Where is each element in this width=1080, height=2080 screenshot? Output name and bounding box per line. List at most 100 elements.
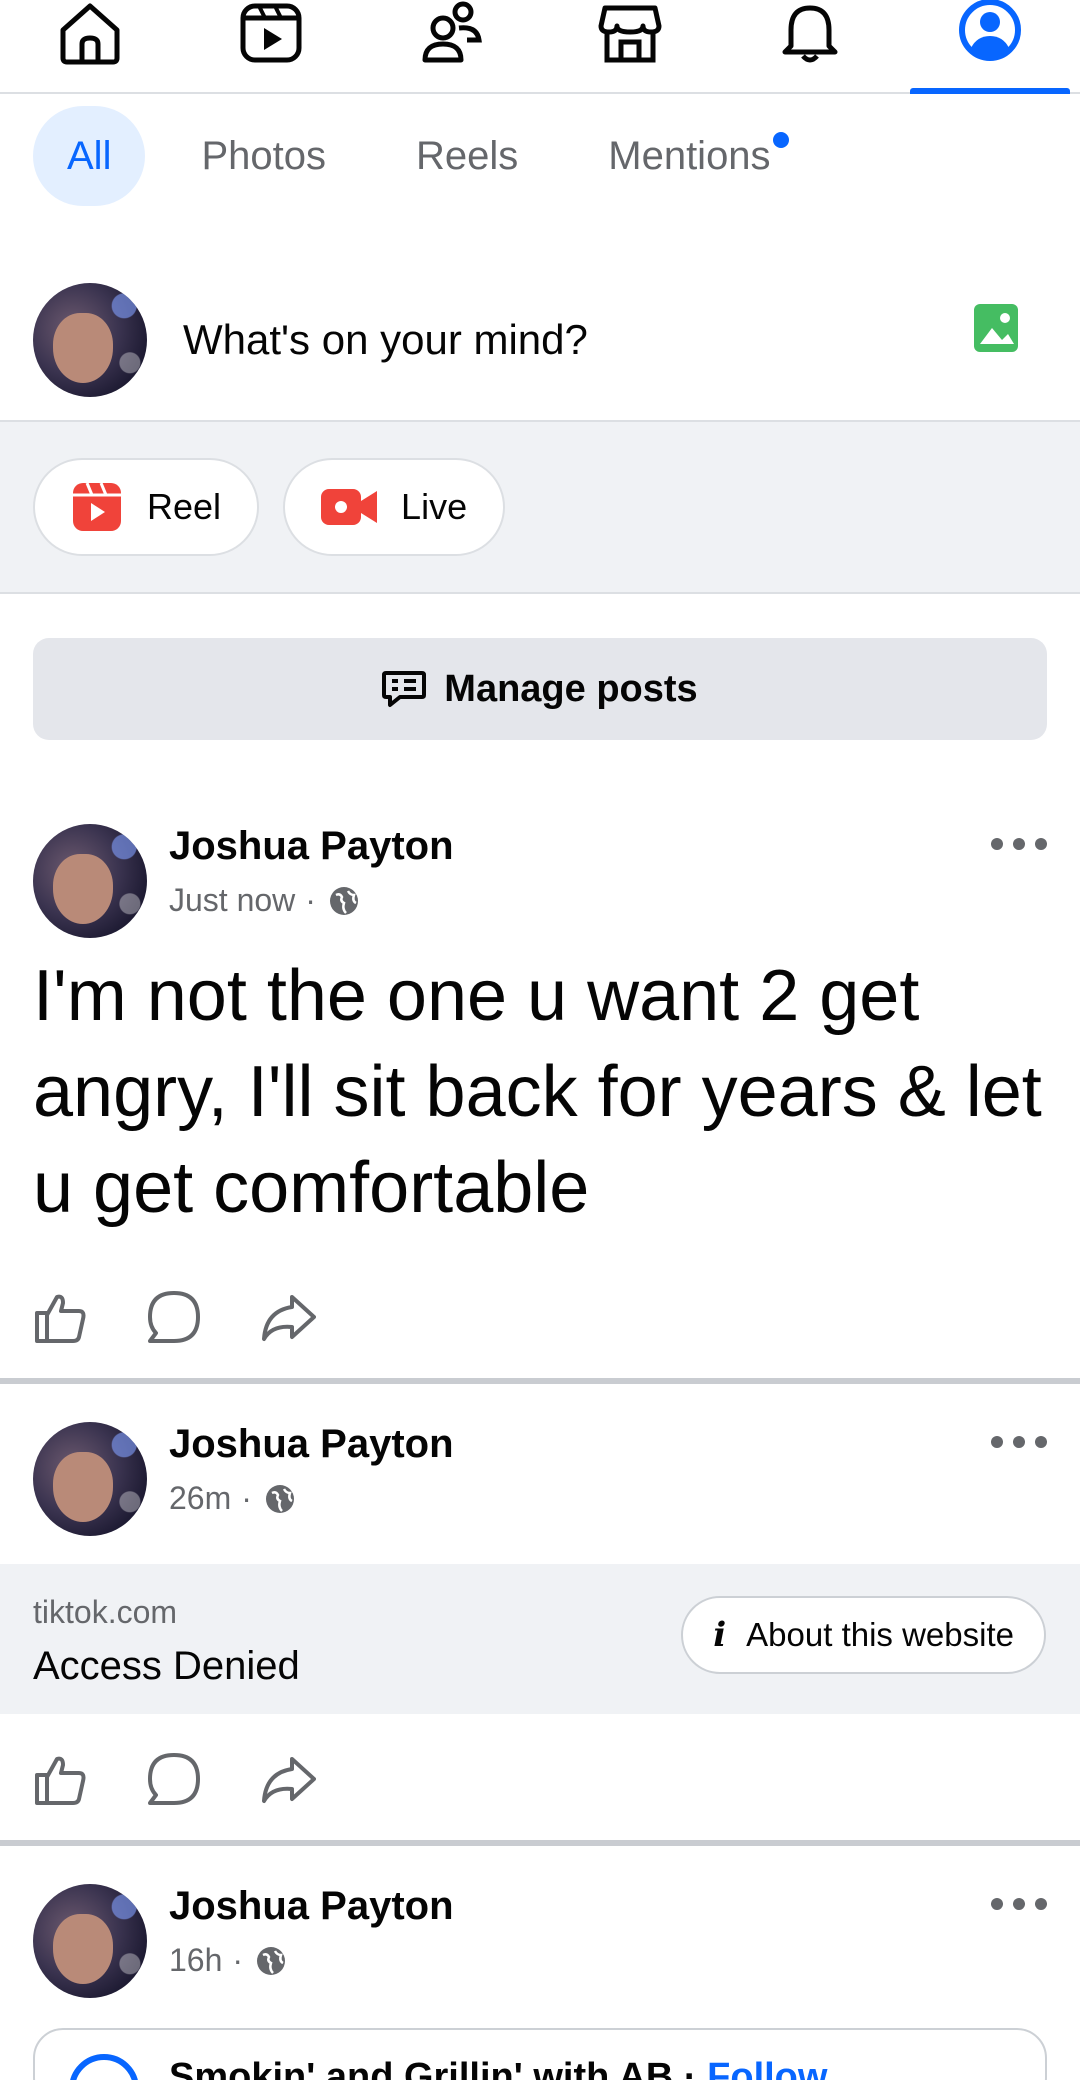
filter-photos[interactable]: Photos [167, 106, 360, 206]
dot-icon [1035, 1436, 1047, 1448]
go-live-button[interactable]: Live [283, 458, 506, 556]
link-title: Access Denied [33, 1644, 300, 1688]
shared-page-card[interactable]: Smokin' and Grillin' with AB · Follow [33, 2028, 1047, 2080]
avatar[interactable] [33, 283, 147, 397]
filter-mentions[interactable]: Mentions [574, 106, 804, 206]
post-actions [33, 1744, 373, 1814]
marketplace-icon [598, 5, 662, 63]
dot-icon [991, 1436, 1003, 1448]
filter-all-label: All [67, 133, 112, 178]
dot-icon [1035, 1898, 1047, 1910]
reel-label: Reel [147, 486, 222, 527]
follow-link[interactable]: Follow [707, 2056, 827, 2080]
meta-separator: · [241, 1480, 252, 1516]
filter-reels-label: Reels [415, 133, 519, 178]
post-time[interactable]: Just now [169, 882, 295, 919]
more-options-button[interactable] [991, 1894, 1047, 1914]
dot-icon [1013, 838, 1025, 850]
filter-photos-label: Photos [201, 133, 326, 178]
manage-posts-icon [382, 671, 427, 707]
meta-separator: · [232, 1942, 244, 1978]
about-this-website-button[interactable]: i About this website [681, 1596, 1046, 1674]
photo-icon[interactable] [974, 300, 1018, 356]
post-author[interactable]: Joshua Payton [169, 824, 454, 869]
about-label: About this website [746, 1616, 1014, 1653]
post-author[interactable]: Joshua Payton [169, 1884, 454, 1929]
shared-page-title: Smokin' and Grillin' with AB · Follow [169, 2056, 827, 2080]
post-time[interactable]: 26m [169, 1480, 231, 1517]
post-meta: 26m · [169, 1480, 296, 1517]
post-actions [33, 1282, 373, 1352]
bell-icon [782, 5, 838, 63]
post-author[interactable]: Joshua Payton [169, 1422, 454, 1467]
post-meta: 16h · [169, 1942, 287, 1979]
dot-icon [991, 838, 1003, 850]
friends-icon [422, 1, 482, 63]
dot-icon [1035, 838, 1047, 850]
share-button[interactable] [260, 1744, 373, 1814]
video-icon [240, 3, 302, 63]
like-button[interactable] [33, 1744, 146, 1814]
top-navigation [0, 0, 1080, 94]
post-separator [0, 1840, 1080, 1846]
avatar[interactable] [33, 1422, 147, 1536]
more-options-button[interactable] [991, 834, 1047, 854]
new-badge-dot [772, 132, 789, 148]
globe-icon[interactable] [264, 1483, 296, 1515]
post-header: Joshua Payton 16h · [33, 1880, 1047, 2000]
dot-icon [1013, 1436, 1025, 1448]
info-icon: i [713, 1615, 727, 1655]
post-header: Joshua Payton Just now · [33, 820, 1047, 940]
shared-page-name[interactable]: Smokin' and Grillin' with AB [169, 2056, 673, 2080]
nav-marketplace[interactable] [540, 0, 720, 92]
comment-icon [148, 1753, 201, 1805]
dot-icon [991, 1898, 1003, 1910]
link-preview[interactable]: tiktok.com Access Denied i About this we… [0, 1564, 1080, 1714]
divider [0, 592, 1080, 594]
nav-friends[interactable] [360, 0, 540, 92]
live-label: Live [401, 486, 468, 527]
like-icon [35, 1294, 86, 1343]
manage-posts-label: Manage posts [444, 667, 698, 710]
post-time[interactable]: 16h [169, 1942, 222, 1979]
filter-mentions-label: Mentions [608, 133, 771, 178]
composer-input[interactable]: What's on your mind? [183, 316, 588, 364]
filter-reels[interactable]: Reels [382, 106, 552, 206]
post-composer: What's on your mind? [0, 260, 1080, 420]
globe-icon[interactable] [255, 1945, 287, 1977]
meta-separator: · [305, 882, 316, 918]
nav-video[interactable] [180, 0, 360, 92]
profile-icon [959, 0, 1021, 61]
more-options-button[interactable] [991, 1432, 1047, 1452]
link-domain: tiktok.com [33, 1594, 178, 1630]
dot-icon [1013, 1898, 1025, 1910]
comment-button[interactable] [146, 1744, 259, 1814]
post-text: I'm not the one u want 2 get angry, I'll… [33, 956, 1042, 1228]
post-meta: Just now · [169, 882, 360, 919]
live-video-icon [321, 489, 378, 525]
filter-all[interactable]: All [33, 106, 146, 206]
create-options: Reel Live [0, 422, 1080, 592]
share-icon [261, 1757, 316, 1803]
page-logo [69, 2054, 139, 2080]
profile-filter-tabs: All Photos Reels Mentions [0, 104, 1080, 208]
globe-icon[interactable] [328, 885, 360, 917]
like-button[interactable] [33, 1282, 146, 1352]
nav-home[interactable] [0, 0, 180, 92]
post-header: Joshua Payton 26m · [33, 1418, 1047, 1538]
like-icon [35, 1756, 86, 1805]
post-separator [0, 1378, 1080, 1384]
manage-posts-button[interactable]: Manage posts [33, 638, 1047, 740]
comment-icon [148, 1291, 201, 1343]
reel-icon [73, 482, 121, 531]
avatar[interactable] [33, 1884, 147, 1998]
home-icon [60, 3, 120, 65]
avatar[interactable] [33, 824, 147, 938]
nav-notifications[interactable] [720, 0, 900, 92]
create-reel-button[interactable]: Reel [33, 458, 260, 556]
comment-button[interactable] [146, 1282, 259, 1352]
share-button[interactable] [260, 1282, 373, 1352]
share-icon [261, 1295, 316, 1341]
active-tab-indicator [910, 88, 1070, 94]
nav-profile[interactable] [900, 0, 1080, 94]
